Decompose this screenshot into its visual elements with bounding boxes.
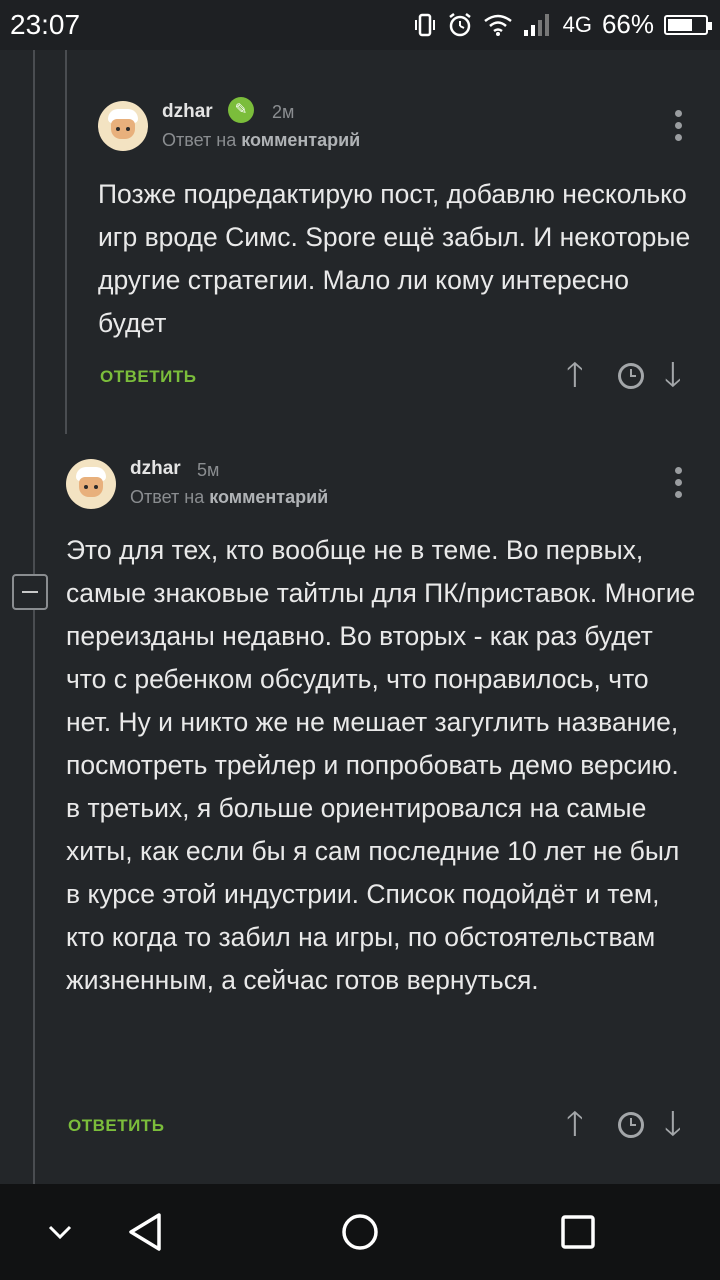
reply-to-prefix: Ответ на bbox=[130, 487, 205, 507]
clock-icon[interactable] bbox=[618, 363, 644, 389]
status-icons: 4G 66% bbox=[413, 9, 712, 40]
avatar[interactable] bbox=[66, 459, 116, 509]
downvote-arrow-icon[interactable]: 🡓 bbox=[664, 358, 682, 392]
wifi-icon bbox=[483, 14, 512, 36]
battery-percent: 66% bbox=[601, 9, 654, 39]
reply-to-line: Ответ на комментарий bbox=[162, 130, 360, 151]
more-options-icon[interactable] bbox=[674, 467, 684, 503]
reply-to-line: Ответ на комментарий bbox=[130, 487, 328, 508]
reply-button[interactable]: ОТВЕТИТЬ bbox=[68, 1116, 164, 1136]
more-options-icon[interactable] bbox=[674, 110, 684, 146]
status-bar: 23:07 4G 66% bbox=[0, 0, 720, 50]
battery-fill bbox=[668, 18, 692, 31]
comment-text: Это для тех, кто вообще не в теме. Во пе… bbox=[66, 535, 696, 995]
chevron-down-icon bbox=[48, 1225, 72, 1240]
hide-keyboard-button[interactable] bbox=[30, 1184, 90, 1280]
home-button[interactable] bbox=[325, 1184, 395, 1280]
thread-line-inner bbox=[65, 50, 67, 434]
back-button[interactable] bbox=[110, 1184, 180, 1280]
signal-icon bbox=[523, 13, 549, 36]
back-triangle-icon bbox=[129, 1213, 161, 1251]
comment-text: Позже подредактирую пост, добавлю нескол… bbox=[98, 179, 691, 338]
status-time: 23:07 bbox=[10, 9, 81, 40]
system-nav-bar bbox=[0, 1184, 720, 1280]
vibrate-icon bbox=[414, 13, 435, 36]
verified-pencil-icon: ✎ bbox=[228, 97, 254, 123]
battery-icon bbox=[664, 14, 712, 35]
comment-time: 2м bbox=[272, 102, 295, 122]
downvote-arrow-icon[interactable]: 🡓 bbox=[664, 1107, 682, 1141]
recents-square-icon bbox=[561, 1215, 595, 1249]
network-type: 4G bbox=[562, 11, 592, 37]
collapse-thread-button[interactable] bbox=[12, 574, 48, 610]
thread-line-outer bbox=[33, 50, 35, 1184]
reply-button[interactable]: ОТВЕТИТЬ bbox=[100, 367, 196, 387]
home-circle-icon bbox=[342, 1214, 378, 1250]
clock-icon[interactable] bbox=[618, 1112, 644, 1138]
recents-button[interactable] bbox=[543, 1184, 613, 1280]
username[interactable]: dzhar bbox=[162, 101, 213, 123]
upvote-arrow-icon[interactable]: 🡑 bbox=[566, 1107, 584, 1141]
reply-to-prefix: Ответ на bbox=[162, 130, 237, 150]
avatar[interactable] bbox=[98, 101, 148, 151]
username[interactable]: dzhar bbox=[130, 458, 181, 480]
reply-to-link[interactable]: комментарий bbox=[241, 130, 360, 150]
alarm-icon bbox=[448, 12, 471, 36]
upvote-arrow-icon[interactable]: 🡑 bbox=[566, 358, 584, 392]
reply-to-link[interactable]: комментарий bbox=[209, 487, 328, 507]
comment-time: 5м bbox=[197, 460, 220, 480]
